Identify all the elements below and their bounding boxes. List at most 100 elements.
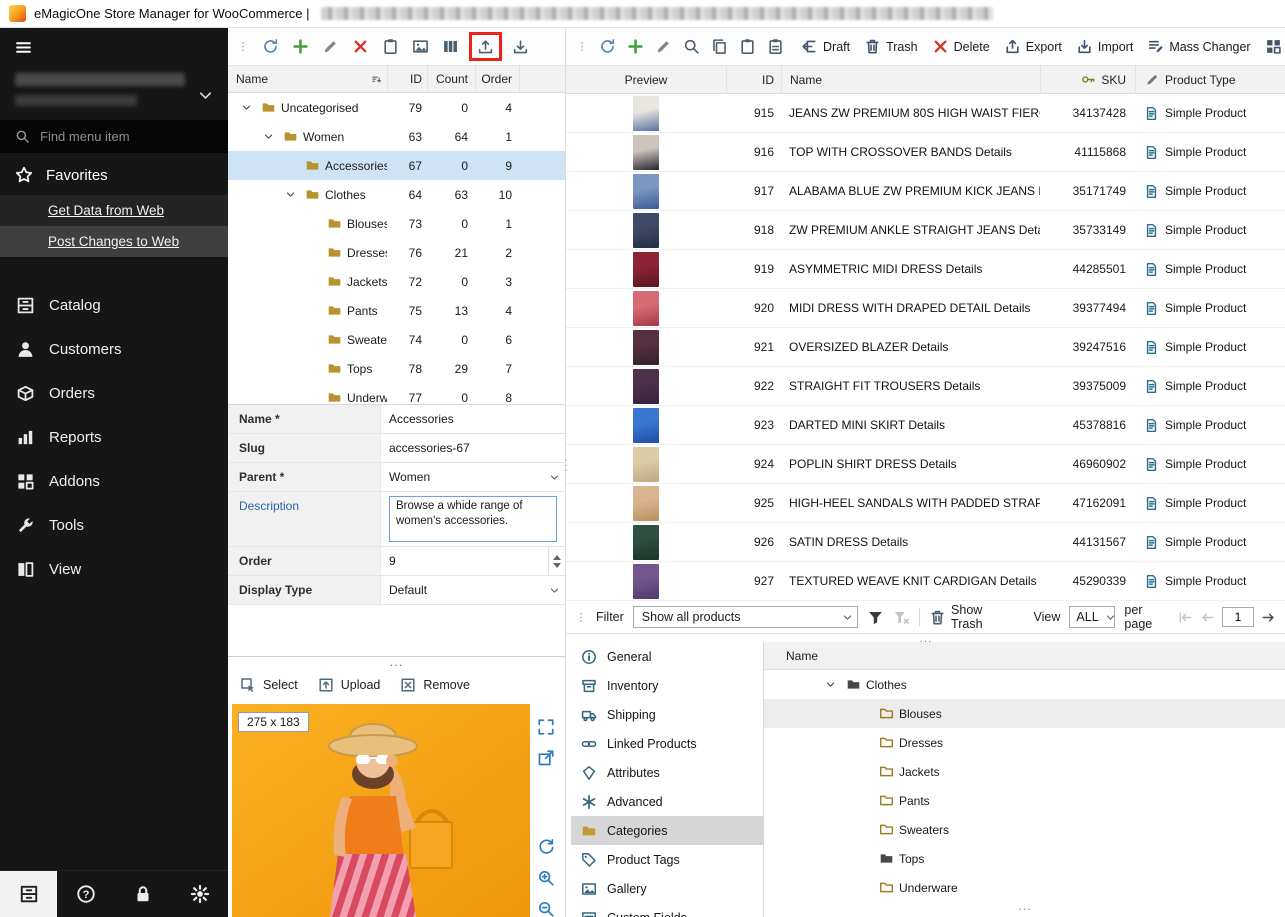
assign-category-row-jackets[interactable]: Jackets: [764, 757, 1285, 786]
name-field[interactable]: Accessories: [381, 405, 565, 433]
category-row-tops[interactable]: Tops 78 29 7: [228, 354, 565, 383]
tab-inventory[interactable]: Inventory: [571, 671, 763, 700]
sidebar-item-catalog[interactable]: Catalog: [0, 283, 228, 327]
edit-product-button[interactable]: [655, 38, 672, 55]
category-row-sweaters[interactable]: Sweaters 74 0 6: [228, 325, 565, 354]
sidebar-item-reports[interactable]: Reports: [0, 415, 228, 459]
page-input[interactable]: [1222, 607, 1254, 627]
panel-splitter[interactable]: ...: [563, 455, 569, 470]
connection-info[interactable]: [0, 65, 228, 120]
image-icon[interactable]: [412, 38, 429, 55]
addons-button[interactable]: Addons: [1265, 38, 1285, 55]
tab-advanced[interactable]: Advanced: [571, 787, 763, 816]
import-button[interactable]: Import: [1076, 38, 1133, 55]
mass-changer-button[interactable]: Mass Changer: [1147, 38, 1250, 55]
assign-category-row-blouses[interactable]: Blouses: [764, 699, 1285, 728]
refresh-products-button[interactable]: [599, 38, 616, 55]
description-textarea[interactable]: Browse a whide range of women's accessor…: [389, 496, 557, 542]
clear-filter-icon[interactable]: [893, 609, 910, 626]
category-row-accessories[interactable]: Accessories 67 0 9: [228, 151, 565, 180]
product-row[interactable]: 925 HIGH-HEEL SANDALS WITH PADDED STRAPS…: [566, 484, 1285, 523]
add-product-button[interactable]: [627, 38, 644, 55]
copy-icon[interactable]: [711, 38, 728, 55]
assign-category-row-pants[interactable]: Pants: [764, 786, 1285, 815]
zoom-in-icon[interactable]: [537, 869, 555, 887]
product-row[interactable]: 927 TEXTURED WEAVE KNIT CARDIGAN Details…: [566, 562, 1285, 601]
toolbar-grip-icon[interactable]: [576, 38, 588, 55]
category-row-uncategorised[interactable]: Uncategorised 79 0 4: [228, 93, 565, 122]
tab-attributes[interactable]: Attributes: [571, 758, 763, 787]
show-trash-button[interactable]: Show Trash: [929, 603, 1009, 631]
delete-category-button[interactable]: [352, 38, 369, 55]
tab-general[interactable]: General: [571, 642, 763, 671]
product-row[interactable]: 921 OVERSIZED BLAZER Details 39247516 Si…: [566, 328, 1285, 367]
remove-image-button[interactable]: Remove: [400, 677, 470, 693]
assign-category-row-clothes[interactable]: Clothes: [764, 670, 1285, 699]
sidebar-item-addons[interactable]: Addons: [0, 459, 228, 503]
slug-field[interactable]: accessories-67: [381, 434, 565, 462]
chevron-down-icon[interactable]: [241, 102, 252, 113]
next-page-icon[interactable]: [1261, 610, 1276, 625]
category-row-dresses[interactable]: Dresses 76 21 2: [228, 238, 565, 267]
select-image-button[interactable]: Select: [240, 677, 298, 693]
category-row-jackets[interactable]: Jackets 72 0 3: [228, 267, 565, 296]
assign-category-row-sweaters[interactable]: Sweaters: [764, 815, 1285, 844]
edit-category-button[interactable]: [322, 38, 339, 55]
assign-category-row-tops[interactable]: Tops: [764, 844, 1285, 873]
toolbar-grip-icon[interactable]: [575, 609, 587, 626]
columns-icon[interactable]: [442, 38, 459, 55]
product-row[interactable]: 918 ZW PREMIUM ANKLE STRAIGHT JEANS Deta…: [566, 211, 1285, 250]
search-products-button[interactable]: [683, 38, 700, 55]
upload-image-button[interactable]: Upload: [318, 677, 381, 693]
prev-page-icon[interactable]: [1200, 610, 1215, 625]
category-row-underware[interactable]: Underware 77 0 8: [228, 383, 565, 405]
toolbar-grip-icon[interactable]: [237, 38, 249, 55]
product-filter-select[interactable]: Show all products: [633, 606, 858, 628]
zoom-out-icon[interactable]: [537, 900, 555, 917]
export-button[interactable]: Export: [1004, 38, 1062, 55]
sidebar-item-view[interactable]: View: [0, 547, 228, 591]
chevron-down-icon[interactable]: [825, 679, 836, 690]
tab-linked-products[interactable]: Linked Products: [571, 729, 763, 758]
description-label[interactable]: Description: [228, 492, 381, 546]
product-row[interactable]: 915 JEANS ZW PREMIUM 80S HIGH WAIST FIER…: [566, 94, 1285, 133]
view-select[interactable]: ALL: [1069, 606, 1115, 628]
lock-button[interactable]: [114, 871, 171, 917]
chevron-down-icon[interactable]: [285, 189, 296, 200]
chevron-down-icon[interactable]: [263, 131, 274, 142]
trash-button[interactable]: Trash: [864, 38, 918, 55]
tab-shipping[interactable]: Shipping: [571, 700, 763, 729]
paste-icon[interactable]: [739, 38, 756, 55]
fullscreen-icon[interactable]: [537, 718, 555, 736]
draft-button[interactable]: Draft: [801, 38, 850, 55]
form-resize-handle[interactable]: ...: [228, 657, 565, 668]
chevron-down-icon[interactable]: [549, 472, 560, 483]
product-row[interactable]: 924 POPLIN SHIRT DRESS Details 46960902 …: [566, 445, 1285, 484]
display-type-select[interactable]: Default: [381, 576, 565, 604]
tab-product-tags[interactable]: Product Tags: [571, 845, 763, 874]
sidebar-item-get-data-from-web[interactable]: Get Data from Web: [0, 195, 228, 226]
settings-button[interactable]: [171, 871, 228, 917]
tab-gallery[interactable]: Gallery: [571, 874, 763, 903]
add-category-button[interactable]: [292, 38, 309, 55]
apply-filter-icon[interactable]: [867, 609, 884, 626]
external-link-icon[interactable]: [537, 749, 555, 767]
tab-custom-fields[interactable]: Custom Fields: [571, 903, 763, 917]
product-row[interactable]: 919 ASYMMETRIC MIDI DRESS Details 442855…: [566, 250, 1285, 289]
refresh-categories-button[interactable]: [262, 38, 279, 55]
product-row[interactable]: 917 ALABAMA BLUE ZW PREMIUM KICK JEANS D…: [566, 172, 1285, 211]
order-field[interactable]: 9: [381, 547, 565, 575]
menu-search-input[interactable]: Find menu item: [0, 120, 228, 153]
horizontal-resize-handle[interactable]: ...: [566, 634, 1285, 642]
sort-icon[interactable]: [371, 74, 382, 85]
paste-icon[interactable]: [382, 38, 399, 55]
category-row-clothes[interactable]: Clothes 64 63 10: [228, 180, 565, 209]
category-row-women[interactable]: Women 63 64 1: [228, 122, 565, 151]
first-page-icon[interactable]: [1178, 610, 1193, 625]
upload-image-button[interactable]: [477, 38, 494, 55]
tree-resize-handle[interactable]: ...: [764, 904, 1285, 915]
paste-special-icon[interactable]: [767, 38, 784, 55]
catalog-quick-button[interactable]: [0, 871, 57, 917]
product-row[interactable]: 916 TOP WITH CROSSOVER BANDS Details 411…: [566, 133, 1285, 172]
sidebar-item-tools[interactable]: Tools: [0, 503, 228, 547]
